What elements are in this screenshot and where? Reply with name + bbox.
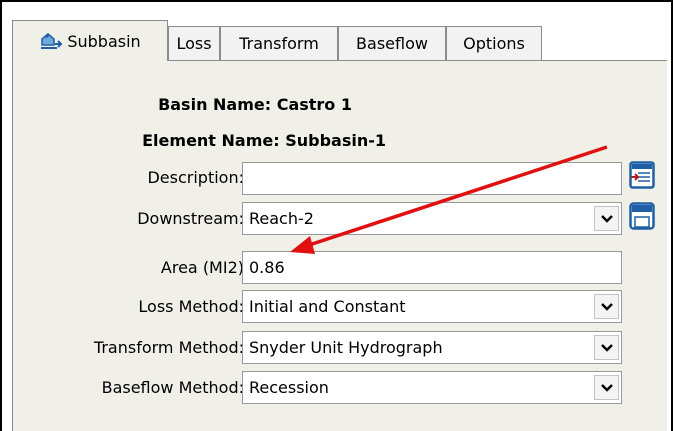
downstream-select[interactable]: Reach-2 — [242, 202, 622, 235]
tab-transform[interactable]: Transform — [220, 26, 338, 60]
subbasin-icon — [39, 31, 63, 51]
downstream-value: Reach-2 — [249, 209, 314, 228]
tab-loss-label: Loss — [176, 34, 212, 53]
baseflow-method-select[interactable]: Recession — [242, 371, 622, 404]
chevron-down-icon[interactable] — [594, 294, 619, 319]
chevron-down-icon[interactable] — [594, 206, 619, 231]
baseflow-method-value: Recession — [249, 378, 329, 397]
tab-transform-label: Transform — [239, 34, 319, 53]
subbasin-panel: Basin Name: Castro 1 Element Name: Subba… — [12, 60, 667, 431]
description-editor-button[interactable] — [629, 161, 655, 189]
basin-name: Basin Name: Castro 1 — [158, 95, 352, 114]
tab-loss[interactable]: Loss — [168, 26, 220, 60]
description-field[interactable] — [242, 162, 622, 195]
loss-method-value: Initial and Constant — [249, 297, 406, 316]
downstream-editor-button[interactable] — [629, 202, 655, 230]
downstream-label: Downstream: — [137, 209, 244, 228]
baseflow-method-label: Baseflow Method: — [101, 378, 244, 397]
tab-subbasin[interactable]: Subbasin — [12, 20, 168, 61]
tab-baseflow[interactable]: Baseflow — [338, 26, 446, 60]
chevron-down-icon[interactable] — [594, 375, 619, 400]
description-label: Description: — [147, 168, 244, 187]
window-frame: Subbasin Loss Transform Baseflow Options… — [0, 0, 673, 431]
description-editor-icon — [629, 161, 655, 189]
downstream-editor-icon — [629, 202, 655, 230]
area-field[interactable]: 0.86 — [242, 251, 622, 284]
chevron-down-icon[interactable] — [594, 335, 619, 360]
loss-method-label: Loss Method: — [138, 297, 244, 316]
tab-strip: Subbasin Loss Transform Baseflow Options — [12, 20, 667, 61]
loss-method-select[interactable]: Initial and Constant — [242, 290, 622, 323]
transform-method-select[interactable]: Snyder Unit Hydrograph — [242, 331, 622, 364]
area-label: Area (MI2) — [160, 258, 244, 277]
tab-options-label: Options — [463, 34, 525, 53]
tab-subbasin-label: Subbasin — [67, 31, 141, 51]
transform-method-label: Transform Method: — [93, 338, 244, 357]
transform-method-value: Snyder Unit Hydrograph — [249, 338, 443, 357]
element-name: Element Name: Subbasin-1 — [142, 131, 386, 150]
tab-baseflow-label: Baseflow — [356, 34, 428, 53]
tab-options[interactable]: Options — [446, 26, 542, 60]
